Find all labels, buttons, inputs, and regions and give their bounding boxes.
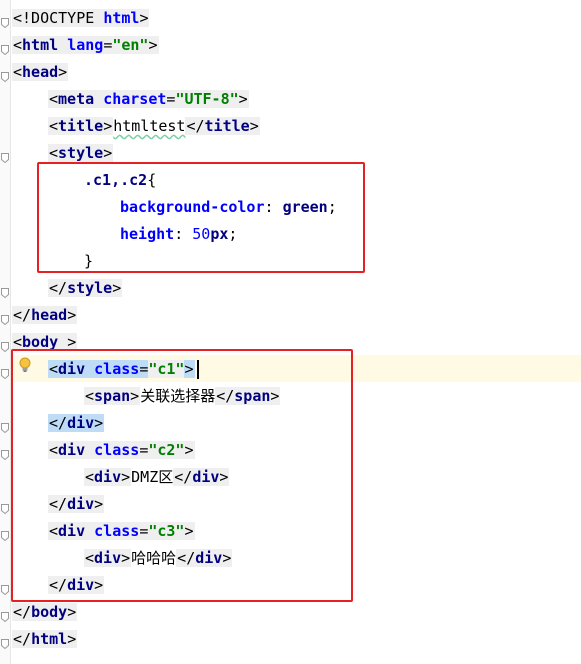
fold-marker-icon[interactable] bbox=[1, 68, 9, 83]
code-line-meta[interactable]: <meta charset="UTF-8"> bbox=[48, 86, 249, 113]
editor-gutter[interactable] bbox=[0, 0, 10, 664]
token-tag: > bbox=[238, 90, 248, 108]
fold-marker-icon[interactable] bbox=[1, 446, 9, 461]
token-tag: > bbox=[67, 603, 77, 621]
token-tag: <!DOCTYPE bbox=[13, 9, 104, 27]
token-tag: > bbox=[67, 630, 77, 648]
tag-box: <meta charset="UTF-8"> bbox=[48, 90, 249, 108]
token-tag: > bbox=[58, 63, 68, 81]
token-tag: </ bbox=[13, 306, 32, 324]
token-tagname: title bbox=[204, 117, 250, 135]
token-str: "en" bbox=[112, 36, 149, 54]
token-tagname: meta bbox=[58, 90, 95, 108]
token-tag: > bbox=[67, 306, 77, 324]
token-tagname: html bbox=[22, 36, 59, 54]
token-tagname: style bbox=[67, 279, 113, 297]
code-line-html-open[interactable]: <html lang="en"> bbox=[12, 32, 159, 59]
tag-box: <!DOCTYPE html> bbox=[12, 9, 150, 27]
code-line-style-close[interactable]: </style> bbox=[48, 275, 123, 302]
fold-marker-icon[interactable] bbox=[1, 608, 9, 623]
fold-marker-icon[interactable] bbox=[1, 635, 9, 650]
token-punct: = bbox=[103, 36, 113, 54]
tag-box: <head> bbox=[12, 63, 69, 81]
highlight-box-css bbox=[37, 162, 365, 273]
token-tag: </ bbox=[49, 279, 68, 297]
tag-box: </html> bbox=[12, 630, 78, 648]
token-tag: </ bbox=[186, 117, 205, 135]
tag-box: <html lang="en"> bbox=[12, 36, 159, 54]
token-tag: > bbox=[139, 9, 149, 27]
token-tagname: style bbox=[58, 144, 104, 162]
tag-box: </body> bbox=[12, 603, 78, 621]
highlight-box-divs bbox=[11, 349, 353, 602]
token-tag: < bbox=[49, 144, 59, 162]
fold-marker-icon[interactable] bbox=[1, 581, 9, 596]
tag-box: </style> bbox=[48, 279, 123, 297]
token-tag: > bbox=[112, 279, 122, 297]
tag-box: </head> bbox=[12, 306, 78, 324]
fold-marker-icon[interactable] bbox=[1, 419, 9, 434]
fold-marker-icon[interactable] bbox=[1, 500, 9, 515]
code-line-doctype[interactable]: <!DOCTYPE html> bbox=[12, 5, 150, 32]
token-tag: > bbox=[249, 117, 259, 135]
token-tagname: head bbox=[31, 306, 68, 324]
tag-box: <style> bbox=[48, 144, 114, 162]
token-tag: > bbox=[103, 144, 113, 162]
token-attr: html bbox=[103, 9, 140, 27]
token-tagname: head bbox=[22, 63, 59, 81]
fold-marker-icon[interactable] bbox=[1, 311, 9, 326]
token-squig: htmltest bbox=[113, 117, 186, 135]
token-tag: > bbox=[148, 36, 158, 54]
tag-box: <title> bbox=[48, 117, 114, 135]
fold-marker-icon[interactable] bbox=[1, 338, 9, 353]
tag-box: </title> bbox=[185, 117, 260, 135]
token-attr: lang bbox=[67, 36, 104, 54]
lightbulb-icon[interactable] bbox=[18, 357, 32, 373]
token-tag: </ bbox=[13, 603, 32, 621]
token-tagname: body bbox=[31, 603, 68, 621]
code-line-html-close[interactable]: </html> bbox=[12, 626, 78, 653]
token-tag: < bbox=[49, 90, 59, 108]
code-line-head-open[interactable]: <head> bbox=[12, 59, 69, 86]
token-attr: charset bbox=[103, 90, 167, 108]
token-tag: < bbox=[13, 63, 23, 81]
fold-marker-icon[interactable] bbox=[1, 284, 9, 299]
code-line-head-close[interactable]: </head> bbox=[12, 302, 78, 329]
token-tag: < bbox=[49, 117, 59, 135]
token-tagname: html bbox=[31, 630, 68, 648]
token-tag: < bbox=[13, 36, 23, 54]
fold-marker-icon[interactable] bbox=[1, 365, 9, 380]
token-tag: </ bbox=[13, 630, 32, 648]
token-tagname: title bbox=[58, 117, 104, 135]
token-tag: > bbox=[103, 117, 113, 135]
code-line-body-close[interactable]: </body> bbox=[12, 599, 78, 626]
token-str: "UTF-8" bbox=[175, 90, 239, 108]
fold-marker-icon[interactable] bbox=[1, 527, 9, 542]
fold-marker-icon[interactable] bbox=[1, 41, 9, 56]
code-line-title[interactable]: <title>htmltest</title> bbox=[48, 113, 260, 140]
fold-marker-icon[interactable] bbox=[1, 149, 9, 164]
fold-marker-icon[interactable] bbox=[1, 14, 9, 29]
